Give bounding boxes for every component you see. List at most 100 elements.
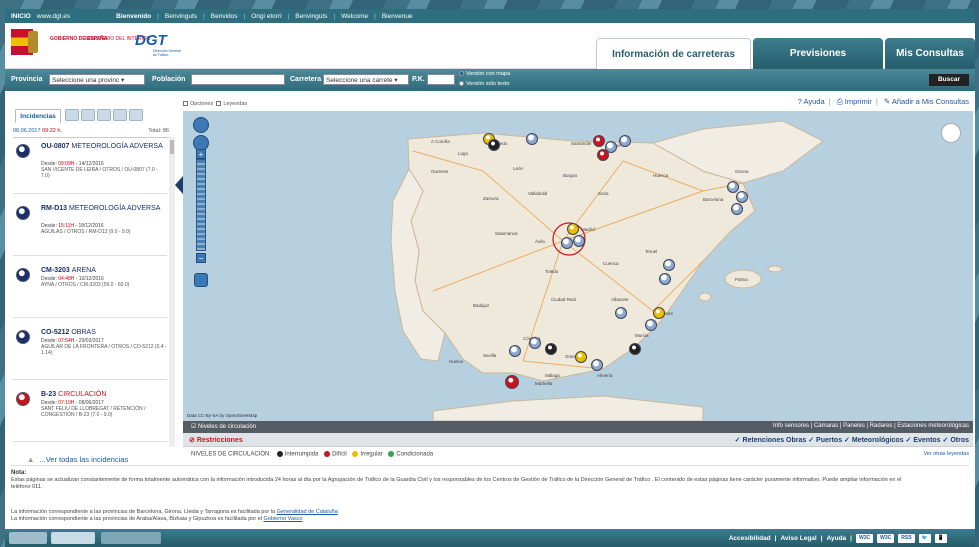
panel-tab-icon[interactable] [81,109,95,121]
incident-marker[interactable] [619,135,631,147]
incident-marker[interactable] [488,139,500,151]
incident-marker[interactable] [605,141,617,153]
zoom-slider[interactable] [196,159,206,251]
ayuda-link[interactable]: ? Ayuda [798,97,825,106]
generalidad-link[interactable]: Generalidad de Cataluña [277,509,338,515]
ver-todas-link[interactable]: ▲ ...Ver todas las incidencias [27,455,128,464]
radio-version-texto[interactable]: Versión sólo texto [459,81,509,87]
incident-marker[interactable] [509,345,521,357]
works-incident-icon [16,330,30,344]
incident-marker[interactable] [645,319,657,331]
incident-marker[interactable] [529,337,541,349]
list-item[interactable]: OU-0807 METEOROLOGÍA ADVERSA Desde: 09:0… [13,138,167,194]
layers-icon[interactable] [941,123,961,143]
poblacion-label: Población [152,76,186,83]
map-credit: Data CC-By-SA by OpenStreetMap [187,413,258,418]
welcome-text: Benvinguts [164,12,198,20]
niveles-circulacion-toggle[interactable]: ☑ Niveles de circulación [191,423,256,430]
opciones-label: Opciones [190,101,214,107]
opciones-checkbox[interactable] [183,101,188,107]
w3c-html-badge-icon[interactable]: W3C [877,534,895,543]
twitter-icon[interactable]: 🐦 [918,534,931,543]
traffic-jam-marker[interactable] [505,375,519,389]
incident-marker[interactable] [593,135,605,147]
city-label: Salamanca [495,231,518,236]
tab-previsiones[interactable]: Previsiones [753,38,883,69]
incident-marker[interactable] [545,343,557,355]
rss-badge-icon[interactable]: RSS [898,534,915,543]
list-item[interactable]: CM-3203 ARENA Desde: 04:48H - 10/12/2016… [13,262,167,318]
incident-marker[interactable] [727,181,739,193]
leyendas-label: Leyendas [223,101,248,107]
ver-otras-leyendas-link[interactable]: Ver otras leyendas [923,451,969,457]
home-link[interactable]: INICIO [11,13,31,20]
mobile-badge-icon[interactable]: 📱 [934,534,947,543]
zoom-in-button[interactable]: + [196,149,206,159]
niveles-label: NIVELES DE CIRCULACIÓN: [191,451,272,458]
accesibilidad-link[interactable]: Accesibilidad [729,535,771,542]
site-link[interactable]: www.dgt.es [37,13,70,20]
incident-marker[interactable] [653,307,665,319]
w3c-badge-icon[interactable]: W3C [856,534,874,543]
incident-marker[interactable] [659,273,671,285]
tab-mis-consultas[interactable]: Mis Consultas [885,38,975,69]
carretera-select[interactable]: Seleccione una carrete ▾ [323,74,409,85]
incident-marker[interactable] [591,359,603,371]
sign-tab-icon[interactable] [97,109,111,121]
dgt-logo[interactable]: DGT [135,32,167,49]
pk-input[interactable] [427,74,455,85]
gobierno-vasco-link[interactable]: Gobierno Vasco [264,516,303,522]
collapse-panel-arrow-icon[interactable] [175,176,183,194]
level-label: Difícil [332,451,347,458]
welcome-text: Benvinguts [295,12,328,20]
incident-marker[interactable] [561,237,573,249]
traffic-incident-icon [16,392,30,406]
leyendas-checkbox[interactable] [216,101,222,107]
update-time: 09:22 h. [42,128,62,134]
incident-marker[interactable] [731,203,743,215]
incident-marker[interactable] [615,307,627,319]
update-date: 08.06.2017 [13,128,41,134]
radio-version-mapa[interactable]: Versión con mapa [459,71,510,77]
incident-marker[interactable] [526,133,538,145]
city-label: A Coruña [431,139,450,144]
city-label: Huesca [653,173,669,178]
list-item[interactable]: B-23 CIRCULACIÓN Desde: 07:10H - 08/06/2… [13,386,167,442]
ayuda-footer-link[interactable]: Ayuda [827,535,847,542]
weather-tab-icon[interactable] [129,109,143,121]
footer-banner-image[interactable] [51,532,95,544]
poblacion-input[interactable] [191,74,285,85]
city-label: Almería [597,373,613,378]
event-filters[interactable]: ✓ Retenciones Obras ✓ Puertos ✓ Meteorol… [735,436,969,444]
imprimir-link[interactable]: ⎙ Imprimir [837,97,872,106]
provincia-label: Provincia [11,76,43,83]
tab-informacion-carreteras[interactable]: Información de carreteras [596,38,751,69]
incident-marker[interactable] [629,343,641,355]
provincia-select[interactable]: Seleccione una provinc ▾ [49,74,145,85]
anadir-consultas-link[interactable]: ✎ Añadir a Mis Consultas [884,97,969,106]
zoom-search-icon[interactable] [194,273,208,287]
incident-marker[interactable] [567,223,579,235]
radar-tab-icon[interactable] [113,109,127,121]
restricciones-toggle[interactable]: ⊘ Restricciones [189,436,243,444]
level-swatch [388,451,395,457]
footer-banner-image[interactable] [101,532,161,544]
camera-tab-icon[interactable] [65,109,79,121]
list-item[interactable]: RM-D13 METEOROLOGÍA ADVERSA Desde: 15:11… [13,200,167,256]
utility-links: ? Ayuda | ⎙ Imprimir | ✎ Añadir a Mis Cons… [797,97,969,106]
incident-marker[interactable] [575,351,587,363]
buscar-button[interactable]: Buscar [929,74,969,86]
tab-incidencias[interactable]: Incidencias [15,109,61,123]
incident-marker[interactable] [573,235,585,247]
list-item[interactable]: CO-5212 OBRAS Desde: 07:54H - 29/03/2017… [13,324,167,380]
aviso-legal-link[interactable]: Aviso Legal [780,535,816,542]
incident-marker[interactable] [736,191,748,203]
level-swatch [352,451,359,457]
pan-up-icon[interactable] [193,117,209,133]
footer-banner-image[interactable] [9,532,47,544]
layer-toggles[interactable]: Info sensores | Cámaras | Paneles | Rada… [773,423,969,429]
incident-marker[interactable] [663,259,675,271]
traffic-map[interactable]: A Coruña Lugo Ourense Oviedo León Burgos… [183,111,973,421]
zoom-out-button[interactable]: − [196,253,206,263]
welcome-text: Welcome [341,12,369,20]
